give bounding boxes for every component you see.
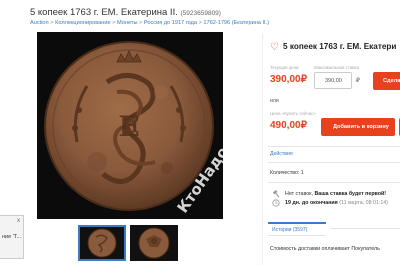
tab-history[interactable]: Истории (3597) bbox=[268, 222, 326, 236]
heart-icon[interactable]: ♡ bbox=[270, 42, 279, 53]
divider bbox=[268, 182, 400, 183]
tabs-divider bbox=[330, 228, 400, 229]
close-icon[interactable]: x bbox=[17, 218, 20, 224]
breadcrumb-separator: > bbox=[198, 20, 202, 26]
coin-thumb-reverse-icon bbox=[87, 228, 117, 258]
side-popup-text: ние 'Т... bbox=[2, 234, 22, 240]
breadcrumb-item-coins[interactable]: Монеты bbox=[117, 20, 137, 26]
coin-thumb-obverse-icon bbox=[138, 227, 170, 259]
current-price-label: Текущая цена bbox=[270, 65, 299, 70]
place-bid-button[interactable]: Сделать bbox=[373, 72, 400, 90]
time-left-date: (11 марта, 08:01:14) bbox=[339, 200, 389, 206]
breadcrumb-separator: > bbox=[139, 20, 143, 26]
max-bid-label: Максимальная ставка bbox=[314, 65, 359, 70]
current-price: 390,00₽ bbox=[270, 74, 307, 85]
breadcrumb-item-collecting[interactable]: Коллекционирование bbox=[55, 20, 111, 26]
bids-status: Нет ставок, Ваша ставка будет первой! bbox=[285, 191, 386, 197]
actions-link[interactable]: Действия bbox=[270, 151, 293, 157]
buy-now-price: 490,00₽ bbox=[270, 120, 307, 131]
product-title: 5 копеек 1763 г. ЕМ. Екатери bbox=[283, 42, 397, 51]
quantity-text: Количество: 1 bbox=[270, 170, 304, 176]
shipping-info: Стоимость доставки оплачивает Покупатель bbox=[270, 246, 380, 252]
page-title: 5 копеек 1763 г. ЕМ. Екатерина II. (5923… bbox=[30, 7, 221, 18]
coin-image: E II КтоНадо bbox=[44, 41, 223, 216]
breadcrumb-separator: > bbox=[50, 20, 54, 26]
svg-text:II: II bbox=[124, 117, 139, 136]
bids-prefix: Нет ставок, bbox=[285, 191, 313, 197]
time-left-main: 19 дн. до окончания bbox=[285, 200, 338, 206]
currency-symbol: ₽ bbox=[356, 78, 360, 84]
breadcrumb-separator: > bbox=[112, 20, 116, 26]
lot-id: (5923659809) bbox=[180, 10, 221, 17]
breadcrumb-item-auction[interactable]: Auction bbox=[30, 20, 49, 26]
thumbnail-1[interactable] bbox=[78, 225, 126, 261]
clock-icon bbox=[272, 199, 280, 207]
or-label: или bbox=[270, 98, 279, 104]
side-popup[interactable]: x ние 'Т... bbox=[0, 215, 24, 259]
bids-first: Ваша ставка будет первой! bbox=[314, 191, 386, 197]
buy-now-label: Цена «Купить сейчас» bbox=[270, 111, 316, 116]
gavel-icon bbox=[272, 190, 280, 198]
divider bbox=[268, 146, 400, 147]
breadcrumb: Auction > Коллекционирование > Монеты > … bbox=[30, 20, 269, 26]
breadcrumb-item-period[interactable]: 1762-1796 (Екатерина II.) bbox=[203, 20, 269, 26]
time-left: 19 дн. до окончания (11 марта, 08:01:14) bbox=[285, 200, 388, 206]
bid-input[interactable]: 390,00 bbox=[314, 72, 352, 89]
divider bbox=[268, 162, 400, 163]
page-title-text: 5 копеек 1763 г. ЕМ. Екатерина II. bbox=[30, 7, 178, 18]
thumbnail-2[interactable] bbox=[130, 225, 178, 261]
add-to-cart-button[interactable]: Добавить в корзину bbox=[321, 118, 395, 136]
breadcrumb-item-russia[interactable]: Россия до 1917 года bbox=[144, 20, 197, 26]
main-product-photo[interactable]: E II КтоНадо bbox=[37, 32, 223, 219]
